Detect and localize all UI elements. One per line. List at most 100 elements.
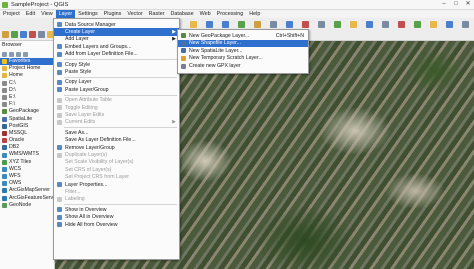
menu-edit[interactable]: Edit bbox=[23, 10, 38, 18]
layer-menu-item[interactable]: Embed Layers and Groups... bbox=[54, 43, 179, 50]
new-project-icon[interactable] bbox=[190, 21, 197, 28]
copy-icon[interactable] bbox=[430, 21, 437, 28]
node-tool-icon[interactable] bbox=[382, 21, 389, 28]
browser-item[interactable]: ArcGisFeatureServer bbox=[0, 195, 54, 202]
browser-item[interactable]: DB2 bbox=[0, 144, 54, 151]
layer-menu-item[interactable]: Set CRS of Layer(s) bbox=[54, 166, 179, 173]
browser-item[interactable]: Home bbox=[0, 72, 54, 79]
layer-menu-item[interactable]: Labeling bbox=[54, 196, 179, 203]
menu-layer[interactable]: Layer bbox=[55, 10, 76, 18]
layer-menu-item[interactable]: Show All in Overview bbox=[54, 214, 179, 221]
layer-menu-item[interactable]: Paste Layer/Group bbox=[54, 86, 179, 93]
collapse-icon[interactable] bbox=[16, 51, 21, 57]
layer-menu-item[interactable]: Save As Layer Definition File... bbox=[54, 137, 179, 144]
menu-project[interactable]: Project bbox=[0, 10, 23, 18]
paste-icon[interactable] bbox=[446, 21, 453, 28]
menu-settings[interactable]: Settings bbox=[75, 10, 100, 18]
attribute-table-icon bbox=[57, 97, 62, 103]
cut-icon[interactable] bbox=[414, 21, 421, 28]
pan-icon[interactable] bbox=[238, 21, 245, 28]
layer-menu-item-label: Set Project CRS from Layer bbox=[65, 174, 130, 181]
layer-menu-item[interactable]: Set Project CRS from Layer bbox=[54, 174, 179, 181]
browser-item[interactable]: D:\ bbox=[0, 87, 54, 94]
browser-item[interactable]: E:\ bbox=[0, 94, 54, 101]
select-icon[interactable] bbox=[302, 21, 309, 28]
browser-item[interactable]: Project Home bbox=[0, 65, 54, 72]
browser-item[interactable]: Favorites bbox=[0, 58, 54, 66]
browser-item[interactable]: F:\ bbox=[0, 101, 54, 108]
create-layer-item[interactable]: New GeoPackage Layer... Ctrl+Shift+N bbox=[178, 32, 308, 39]
label-icon[interactable] bbox=[350, 21, 357, 28]
layer-menu-item[interactable]: Filter... bbox=[54, 188, 179, 195]
layer-menu-item[interactable]: Copy Style bbox=[54, 61, 179, 68]
layer-menu-item[interactable]: Show in Overview bbox=[54, 206, 179, 213]
menu-raster[interactable]: Raster bbox=[146, 10, 168, 18]
browser-item[interactable]: WCS bbox=[0, 166, 54, 173]
browser-item[interactable]: SpatiaLite bbox=[0, 116, 54, 123]
menu-processing[interactable]: Processing bbox=[214, 10, 247, 18]
layer-menu-item[interactable]: Hide All from Overview bbox=[54, 221, 179, 228]
menu-plugins[interactable]: Plugins bbox=[101, 10, 125, 18]
create-layer-item[interactable]: New Temporary Scratch Layer... bbox=[178, 55, 308, 62]
open-project-icon[interactable] bbox=[206, 21, 213, 28]
menu-help[interactable]: Help bbox=[246, 10, 263, 18]
layer-menu-item[interactable]: Set Scale Visibility of Layer(s) bbox=[54, 159, 179, 166]
browser-item[interactable]: WFS bbox=[0, 173, 54, 180]
browser-item[interactable]: OWS bbox=[0, 180, 54, 187]
browser-item[interactable]: XYZ Tiles bbox=[0, 159, 54, 166]
maximize-icon[interactable]: □ bbox=[450, 0, 462, 9]
create-layer-item[interactable]: New SpatiaLite Layer... bbox=[178, 47, 308, 54]
vector-icon[interactable] bbox=[29, 31, 36, 38]
zoom-out-icon[interactable] bbox=[270, 21, 277, 28]
create-layer-item[interactable]: Create new GPX layer bbox=[178, 62, 308, 69]
save-project-icon[interactable] bbox=[222, 21, 229, 28]
layer-menu-item[interactable]: Duplicate Layer(s) bbox=[54, 151, 179, 158]
attribute-table-icon[interactable] bbox=[334, 21, 341, 28]
menu-web[interactable]: Web bbox=[197, 10, 214, 18]
undo-icon[interactable] bbox=[462, 21, 469, 28]
browser-item[interactable]: C:\ bbox=[0, 80, 54, 87]
duplicate-icon bbox=[57, 152, 62, 158]
filter-icon[interactable] bbox=[9, 51, 14, 57]
browser-item-label: F:\ bbox=[9, 101, 16, 108]
layer-menu-item[interactable]: Copy Layer bbox=[54, 79, 179, 86]
redo-icon[interactable] bbox=[2, 31, 9, 38]
layer-menu-item[interactable]: Add from Layer Definition File... bbox=[54, 51, 179, 58]
layer-add-icon[interactable] bbox=[11, 31, 18, 38]
menu-separator bbox=[64, 76, 177, 78]
layer-menu-item[interactable]: Save Layer Edits bbox=[54, 111, 179, 118]
browser-item[interactable]: ArcGisMapServer bbox=[0, 187, 54, 194]
layer-menu-item[interactable]: Data Source Manager bbox=[54, 21, 179, 28]
zoom-in-icon[interactable] bbox=[254, 21, 261, 28]
raster-icon[interactable] bbox=[20, 31, 27, 38]
menu-database[interactable]: Database bbox=[168, 10, 197, 18]
menu-vector[interactable]: Vector bbox=[124, 10, 145, 18]
browser-item[interactable]: GeoNode bbox=[0, 202, 54, 209]
properties-icon[interactable] bbox=[23, 51, 28, 57]
database-icon[interactable] bbox=[38, 31, 45, 38]
refresh-icon[interactable] bbox=[2, 51, 7, 57]
digitize-icon[interactable] bbox=[366, 21, 373, 28]
layer-menu-item[interactable]: Layer Properties... bbox=[54, 181, 179, 188]
browser-item[interactable]: GeoPackage bbox=[0, 108, 54, 115]
menu-view[interactable]: View bbox=[38, 10, 56, 18]
layer-menu-item[interactable]: Toggle Editing bbox=[54, 104, 179, 111]
layer-menu-item[interactable]: Current Edits ▶ bbox=[54, 119, 179, 126]
layer-menu-item[interactable]: Paste Style bbox=[54, 68, 179, 75]
minimize-icon[interactable]: – bbox=[438, 0, 450, 9]
close-icon[interactable]: ✕ bbox=[462, 0, 474, 9]
measure-icon[interactable] bbox=[318, 21, 325, 28]
delete-icon[interactable] bbox=[398, 21, 405, 28]
browser-item[interactable]: MSSQL bbox=[0, 130, 54, 137]
layer-menu-item[interactable]: Create Layer ▶ bbox=[54, 28, 179, 36]
browser-item[interactable]: WMS/WMTS bbox=[0, 151, 54, 158]
create-layer-item[interactable]: New Shapefile Layer... bbox=[178, 39, 308, 47]
identify-icon[interactable] bbox=[286, 21, 293, 28]
layer-menu-item[interactable]: Open Attribute Table bbox=[54, 97, 179, 104]
browser-item[interactable]: PostGIS bbox=[0, 123, 54, 130]
browser-item[interactable]: Oracle bbox=[0, 137, 54, 144]
layer-menu-item[interactable]: Add Layer ▶ bbox=[54, 36, 179, 43]
layer-menu-item[interactable]: Save As... bbox=[54, 129, 179, 136]
browser-item-label: Home bbox=[9, 72, 23, 79]
layer-menu-item[interactable]: Remove Layer/Group bbox=[54, 144, 179, 151]
